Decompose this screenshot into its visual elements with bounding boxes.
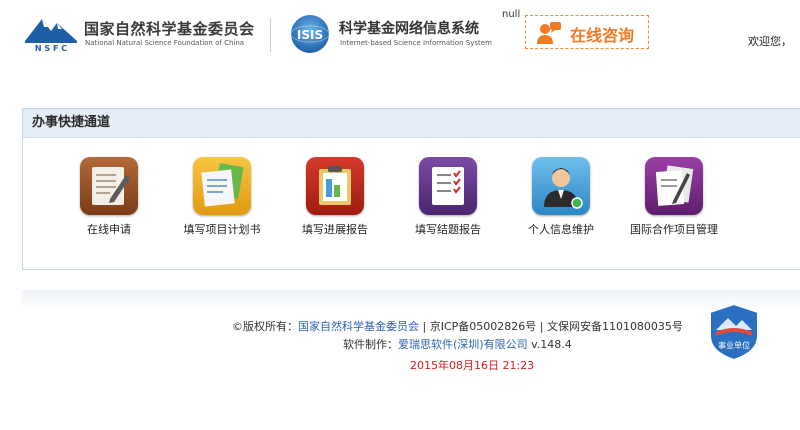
shortcut-progress-report[interactable]: 填写进展报告 — [280, 157, 390, 237]
shortcut-label: 国际合作项目管理 — [630, 223, 718, 236]
software-prefix: 软件制作： — [343, 338, 398, 351]
user-profile-icon — [532, 157, 590, 215]
header: N S F C 国家自然科学基金委员会 National Natural Sci… — [0, 0, 800, 66]
chat-person-icon — [537, 22, 561, 44]
shortcut-label: 个人信息维护 — [528, 223, 594, 236]
nsfc-subtitle: National Natural Science Foundation of C… — [85, 39, 245, 47]
shortcut-final-report[interactable]: 填写结题报告 — [393, 157, 503, 237]
null-text: null — [502, 9, 521, 20]
shortcut-personal-info[interactable]: 个人信息维护 — [506, 157, 616, 237]
nsfc-title: 国家自然科学基金委员会 — [84, 20, 255, 38]
online-consult-label: 在线咨询 — [570, 26, 635, 45]
shortcut-project-plan[interactable]: 填写项目计划书 — [167, 157, 277, 237]
datetime-text: 2015年08月16日 21:23 — [410, 359, 535, 372]
software-line: 软件制作：爱瑞思软件(深圳)有限公司 v.148.4 — [343, 336, 572, 352]
shortcut-label: 填写进展报告 — [302, 223, 368, 236]
shortcut-label: 填写项目计划书 — [183, 223, 261, 236]
quick-access-panel: 办事快捷通道 在线申请 填写项目计划书 填写进展报告 填写结题报告 个人信息维护… — [22, 108, 800, 270]
isis-logo-text: ISIS — [297, 28, 323, 42]
shortcut-online-application[interactable]: 在线申请 — [54, 157, 164, 237]
nsfc-logo-icon: N S F C — [25, 19, 77, 53]
online-consult-button[interactable]: 在线咨询 — [525, 15, 649, 49]
shortcut-international-cooperation[interactable]: 国际合作项目管理 — [619, 157, 729, 237]
panel-title: 办事快捷通道 — [23, 109, 800, 138]
shortcut-label: 在线申请 — [87, 223, 131, 236]
isis-subtitle: Internet-based Science Information Syste… — [340, 39, 492, 47]
copyright-line: ©版权所有：国家自然科学基金委员会 | 京ICP备05002826号 | 文保网… — [232, 318, 683, 334]
icp-text: | 京ICP备05002826号 | 文保网安备1101080035号 — [419, 320, 683, 333]
progress-report-icon — [306, 157, 364, 215]
shortcut-label: 填写结题报告 — [415, 223, 481, 236]
badge-text: 事业单位 — [718, 340, 750, 350]
plan-document-icon — [193, 157, 251, 215]
version-text: v.148.4 — [527, 338, 572, 351]
footer-bar — [22, 290, 800, 312]
institution-badge-icon[interactable]: 事业单位 — [708, 302, 760, 362]
software-company-link[interactable]: 爱瑞思软件(深圳)有限公司 — [398, 338, 528, 351]
international-docs-icon — [645, 157, 703, 215]
pen-document-icon — [80, 157, 138, 215]
copyright-prefix: ©版权所有： — [232, 320, 298, 333]
isis-title: 科学基金网络信息系统 — [339, 21, 479, 37]
nsfc-logo-text: N S F C — [35, 44, 67, 53]
welcome-text: 欢迎您， — [748, 35, 792, 48]
copyright-org-link[interactable]: 国家自然科学基金委员会 — [298, 320, 419, 333]
isis-logo-icon: ISIS — [290, 15, 330, 53]
header-divider — [270, 18, 271, 52]
checklist-report-icon — [419, 157, 477, 215]
